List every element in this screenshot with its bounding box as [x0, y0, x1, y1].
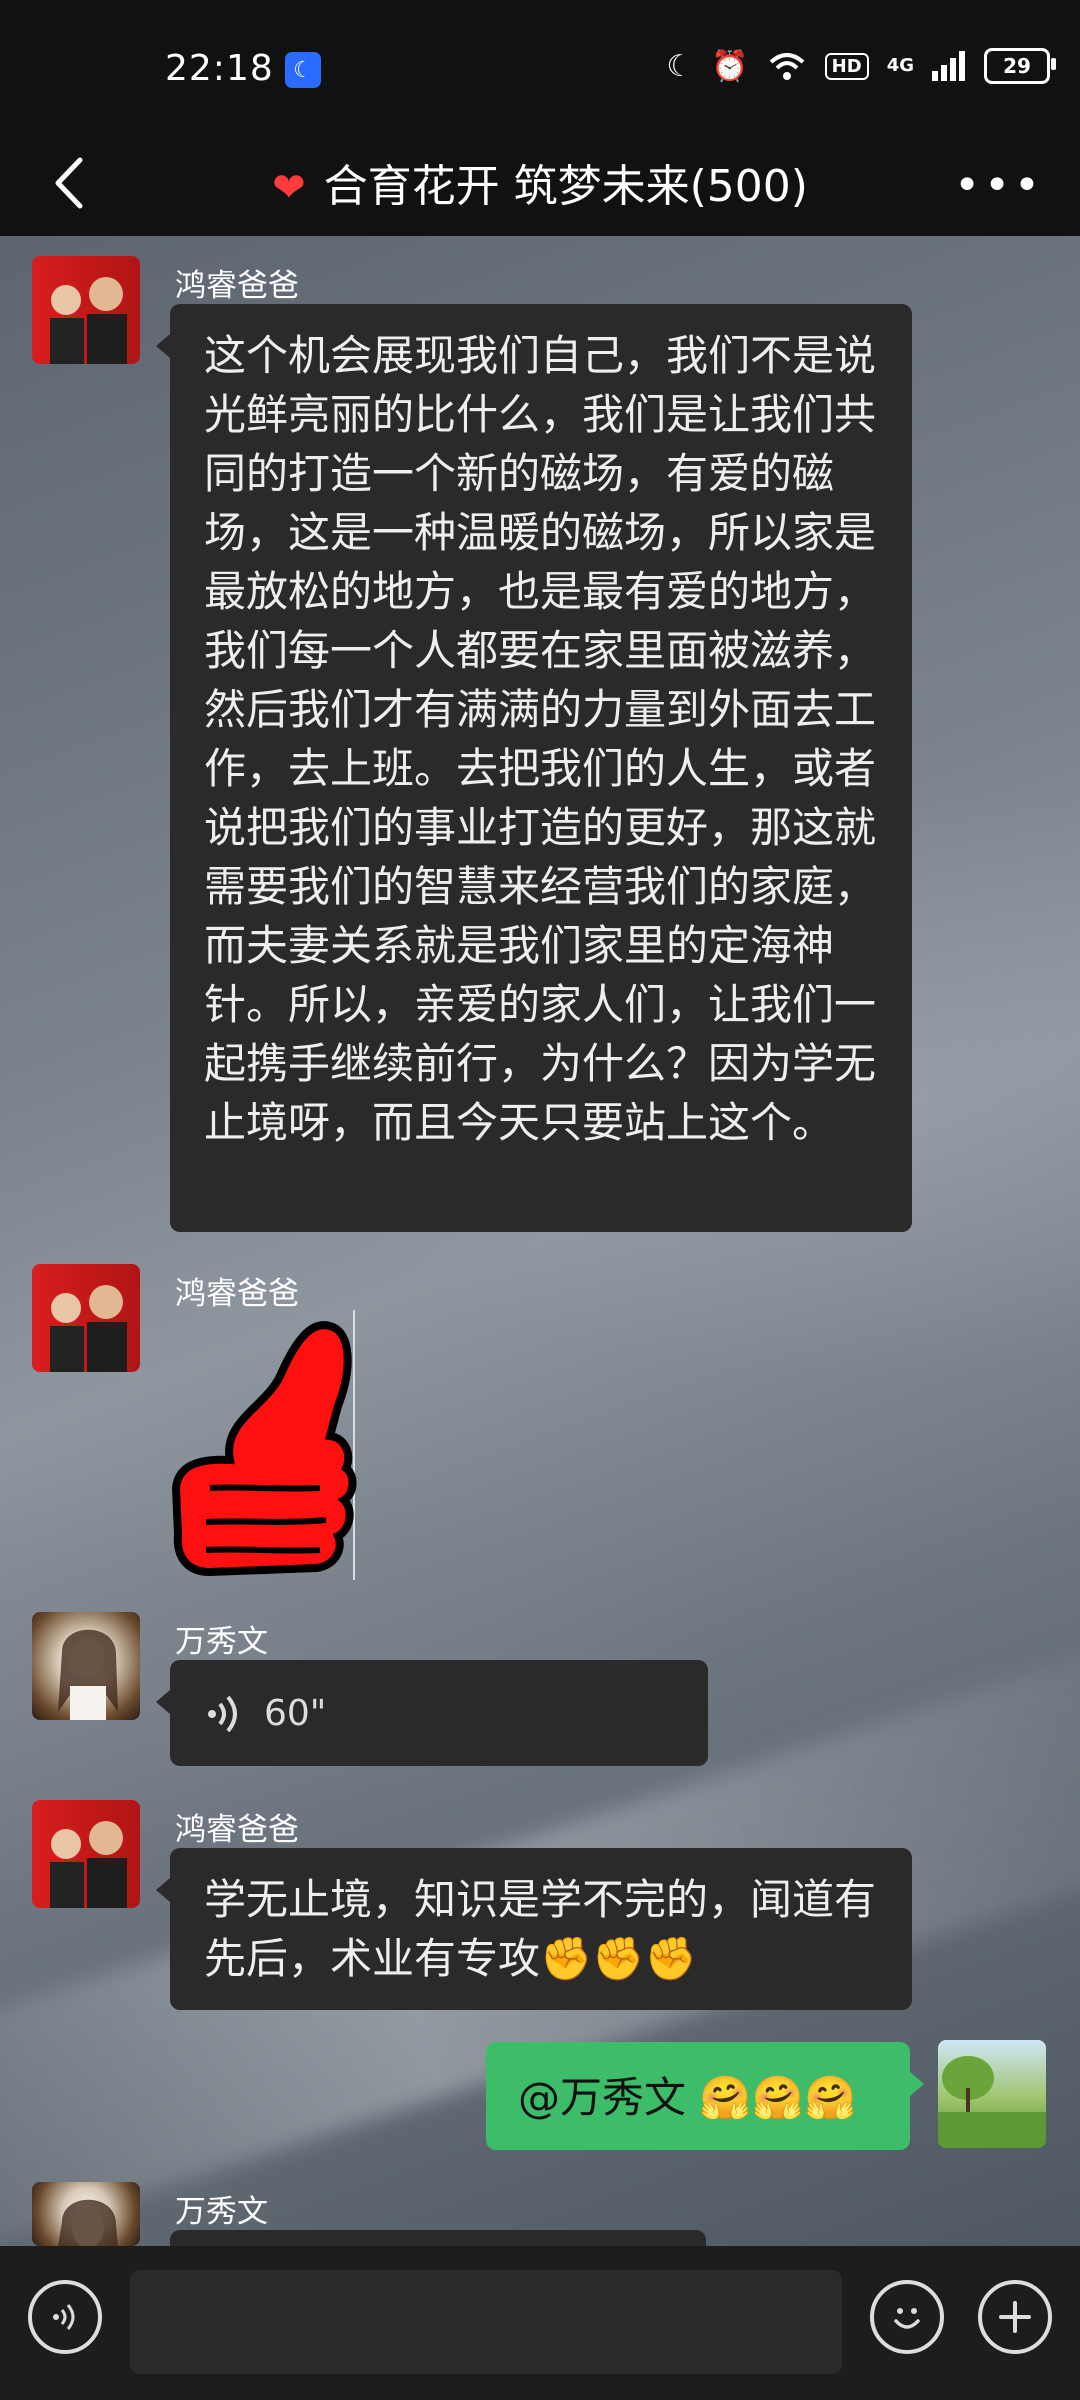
voice-input-button[interactable]: [28, 2280, 102, 2354]
voice-icon: [53, 2304, 75, 2330]
status-time: 22:18: [165, 48, 274, 89]
status-icons: ☾ ⏰ HD 4G 29: [666, 48, 1056, 84]
avatar[interactable]: [32, 1612, 140, 1720]
message-bubble[interactable]: 这个机会展现我们自己，我们不是说光鲜亮丽的比什么，我们是让我们共同的打造一个新的…: [156, 304, 912, 1232]
moon-icon: ☾: [666, 48, 694, 84]
voice-wave-icon: [208, 1695, 237, 1732]
avatar[interactable]: [32, 256, 140, 364]
message-text: 这个机会展现我们自己，我们不是说光鲜亮丽的比什么，我们是让我们共同的打造一个新的…: [204, 331, 877, 1147]
voice-message-bubble[interactable]: 60": [156, 1660, 708, 1766]
plus-icon: [999, 2301, 1031, 2333]
hd-icon: HD: [824, 52, 869, 80]
more-functions-button[interactable]: [978, 2280, 1052, 2354]
thumbs-up-icon: [171, 1310, 357, 1580]
message-input[interactable]: [130, 2270, 842, 2374]
signal-icon: [932, 51, 965, 81]
avatar-photo-icon: [50, 1821, 127, 1908]
battery-level: 29: [1003, 54, 1031, 78]
chat-title: ❤ 合育花开 筑梦未来(500): [0, 150, 1080, 214]
smiley-icon: [894, 2308, 920, 2329]
sender-name: 万秀文: [175, 1624, 268, 1660]
message-bubble-partial[interactable]: [170, 2230, 706, 2246]
avatar-photo-icon: [58, 1629, 118, 1720]
input-bar: [0, 2246, 1080, 2400]
avatar[interactable]: [32, 1264, 140, 1372]
chat-title-text: 合育花开 筑梦未来(500): [323, 161, 808, 212]
moon-badge-icon: ☾: [285, 52, 321, 88]
avatar[interactable]: [32, 1800, 140, 1908]
sender-name: 鸿睿爸爸: [175, 1276, 299, 1312]
outgoing-message-bubble[interactable]: @万秀文 🤗🤗🤗: [486, 2042, 924, 2150]
alarm-icon: ⏰: [711, 48, 749, 84]
more-options-button[interactable]: •••: [954, 160, 1044, 211]
avatar-landscape-icon: [938, 2056, 1046, 2148]
network-type: 4G: [886, 55, 914, 76]
message-text: 学无止境，知识是学不完的，闻道有先后，术业有专攻✊✊✊: [204, 1875, 877, 1983]
sender-name: 万秀文: [175, 2194, 268, 2230]
more-dots-icon: •••: [954, 160, 1044, 211]
sender-name: 鸿睿爸爸: [175, 1812, 299, 1848]
voice-duration: 60": [264, 1693, 327, 1734]
heart-icon: ❤: [272, 165, 306, 211]
my-avatar[interactable]: [938, 2040, 1046, 2148]
avatar-photo-icon: [58, 2199, 118, 2246]
chat-header: ❤ 合育花开 筑梦未来(500) •••: [0, 130, 1080, 236]
message-bubble[interactable]: 学无止境，知识是学不完的，闻道有先后，术业有专攻✊✊✊: [156, 1848, 912, 2010]
status-bar: 22:18 ☾ ☾ ⏰ HD 4G 29: [0, 0, 1080, 130]
sender-name: 鸿睿爸爸: [175, 268, 299, 304]
avatar-photo-icon: [50, 1285, 127, 1372]
battery-icon: 29: [984, 48, 1056, 84]
sticker-message[interactable]: [170, 1310, 360, 1580]
emoji-button[interactable]: [870, 2280, 944, 2354]
message-text: @万秀文 🤗🤗🤗: [518, 2073, 857, 2122]
avatar-photo-icon: [50, 277, 127, 364]
avatar[interactable]: [32, 2182, 140, 2246]
wifi-icon: [769, 53, 804, 80]
